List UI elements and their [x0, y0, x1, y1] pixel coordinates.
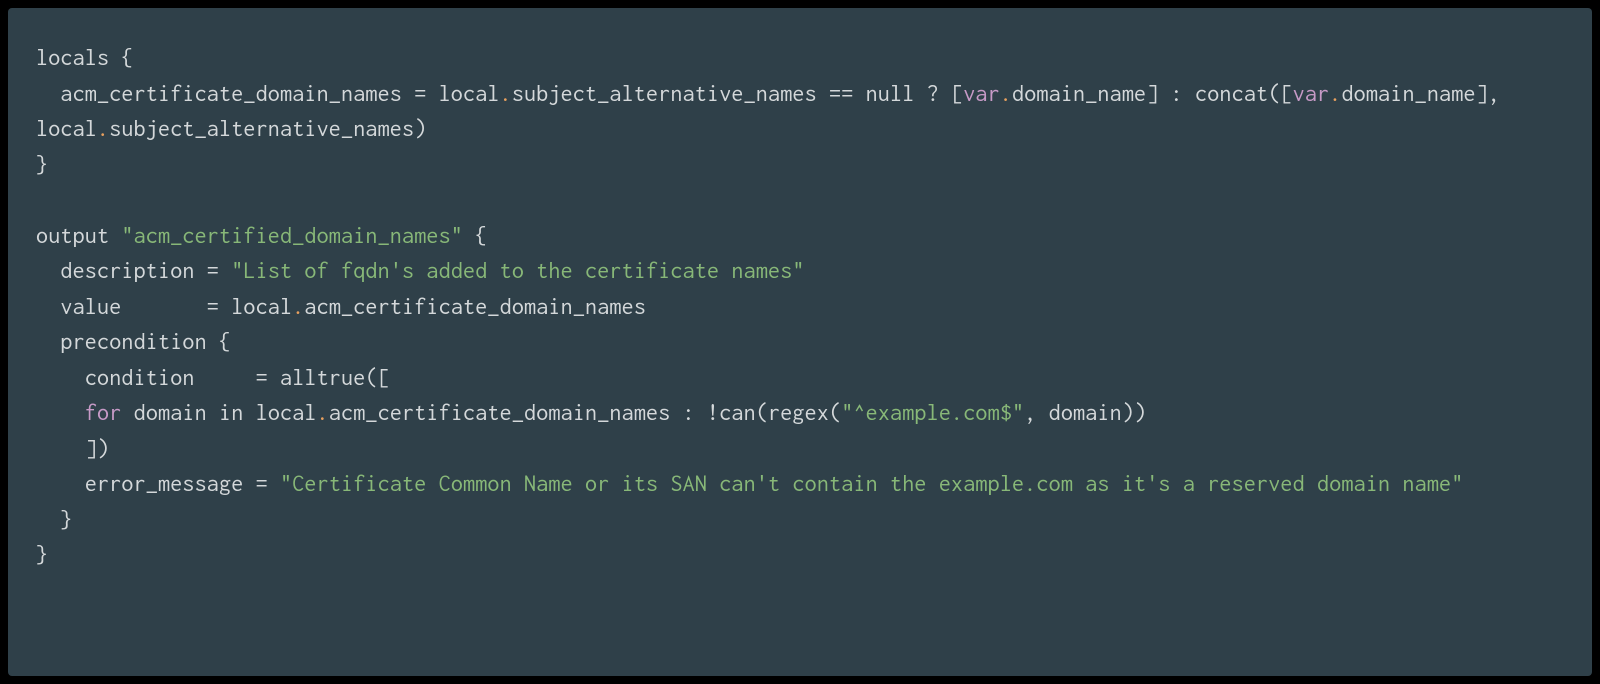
code-token: domain_name] : concat([: [1012, 80, 1293, 106]
code-token: .: [1000, 80, 1012, 106]
code-token: var: [1293, 80, 1330, 106]
code-token: .: [292, 293, 304, 319]
code-token: }: [36, 151, 48, 177]
code-token: precondition {: [36, 328, 231, 354]
code-token: value = local: [36, 293, 292, 319]
code-token: acm_certificate_domain_names: [304, 293, 646, 319]
code-token: acm_certificate_domain_names = local: [36, 80, 500, 106]
code-token: {: [463, 222, 487, 248]
code-token: output: [36, 222, 121, 248]
code-token: , domain)): [1024, 399, 1146, 425]
code-token: ]): [36, 435, 109, 461]
code-token: error_message =: [36, 470, 280, 496]
code-token: "List of fqdn's added to the certificate…: [231, 257, 804, 283]
code-token: subject_alternative_names == null ? [: [512, 80, 963, 106]
code-token: var: [963, 80, 1000, 106]
code-token: "acm_certified_domain_names": [121, 222, 463, 248]
code-token: subject_alternative_names): [109, 115, 426, 141]
code-token: }: [36, 506, 73, 532]
code-token: acm_certificate_domain_names : !can(rege…: [329, 399, 841, 425]
code-token: [36, 399, 85, 425]
code-token: for: [85, 399, 122, 425]
code-token: .: [1329, 80, 1341, 106]
code-content: locals { acm_certificate_domain_names = …: [36, 40, 1564, 573]
code-token: }: [36, 541, 48, 567]
code-token: condition = alltrue([: [36, 364, 390, 390]
code-block: locals { acm_certificate_domain_names = …: [8, 8, 1592, 676]
code-token: domain in local: [121, 399, 316, 425]
code-token: locals {: [36, 44, 134, 70]
code-token: .: [317, 399, 329, 425]
code-token: "Certificate Common Name or its SAN can'…: [280, 470, 1463, 496]
code-token: "^example.com$": [841, 399, 1024, 425]
code-token: description =: [36, 257, 231, 283]
code-token: .: [500, 80, 512, 106]
code-token: .: [97, 115, 109, 141]
